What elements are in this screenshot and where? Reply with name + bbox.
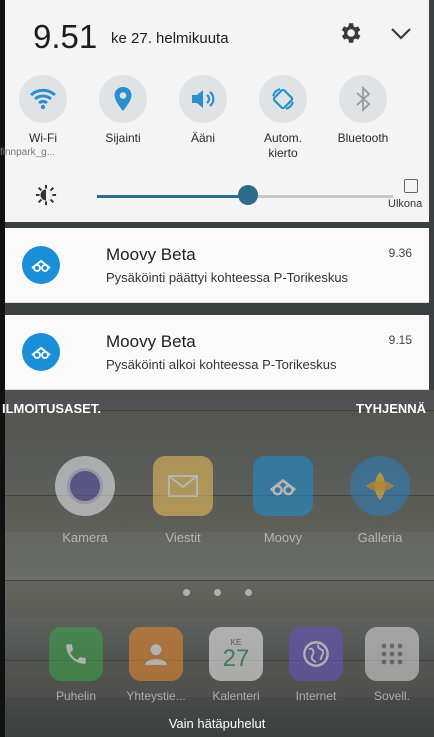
toggle-label: Sijainti (105, 131, 141, 145)
app-label: Moovy (263, 530, 303, 545)
page-dot (213, 589, 221, 596)
calendar-icon: KE 27 (209, 627, 263, 681)
speaker-icon (179, 75, 227, 123)
dock-app-calendar[interactable]: KE 27 Kalenteri (196, 627, 276, 703)
toggle-label: Bluetooth (337, 131, 389, 145)
date: ke 27. helmikuuta (111, 30, 229, 47)
outdoor-checkbox[interactable] (404, 179, 418, 193)
emergency-calls-only-label: Vain hätäpuhelut (168, 716, 266, 731)
phone-icon (49, 627, 103, 681)
app-label: Kalenteri (212, 689, 260, 703)
wifi-network-name: finnpark_g... (0, 147, 56, 158)
calendar-day-number: 27 (222, 644, 250, 672)
internet-icon (289, 627, 343, 681)
contacts-icon (129, 627, 183, 681)
lock-screen: 9.51 ke 27. helmikuuta Wi-Fi finnpark_g.… (0, 0, 434, 737)
app-label: Sovell. (373, 689, 411, 703)
home-app-camera[interactable]: Kamera (45, 456, 125, 545)
notification-card[interactable]: Moovy Beta Pysäköinti päättyi kohteessa … (5, 228, 429, 303)
clock: 9.51 (33, 18, 98, 55)
page-indicator (0, 583, 434, 601)
toggle-sound[interactable]: Ääni (163, 75, 243, 146)
apps-grid-icon (365, 627, 419, 681)
notification-time: 9.15 (388, 333, 412, 347)
dock-app-internet[interactable]: Internet (276, 627, 356, 703)
page-dot (182, 589, 190, 596)
home-app-messages[interactable]: Viestit (143, 456, 223, 545)
notification-text: Pysäköinti alkoi kohteessa P-Torikeskus (106, 357, 337, 372)
notification-title: Moovy Beta (106, 245, 196, 264)
home-app-moovy[interactable]: Moovy (243, 456, 323, 545)
notification-actions: ILMOITUSASET. TYHJENNÄ (0, 401, 434, 421)
moovy-icon (22, 246, 60, 284)
app-label: Viestit (165, 530, 201, 545)
clear-notifications-button[interactable]: TYHJENNÄ (356, 401, 426, 416)
toggle-label: Autom. kierto (263, 131, 302, 160)
camera-icon (55, 456, 115, 516)
app-label: Internet (295, 689, 337, 703)
app-label: Yhteystie... (126, 689, 186, 703)
outdoor-label: Ulkona (388, 198, 423, 210)
gear-icon[interactable] (337, 20, 363, 46)
moovy-icon (22, 333, 60, 371)
dock-app-apps[interactable]: Sovell. (352, 627, 432, 703)
notification-settings-button[interactable]: ILMOITUSASET. (2, 401, 101, 416)
auto-rotate-icon (259, 75, 307, 123)
home-app-gallery[interactable]: Galleria (340, 456, 420, 545)
chevron-down-icon[interactable] (389, 23, 413, 43)
wifi-icon (19, 75, 67, 123)
brightness-fill (97, 195, 248, 198)
moovy-icon (253, 456, 313, 516)
quick-panel: 9.51 ke 27. helmikuuta Wi-Fi finnpark_g.… (0, 0, 429, 222)
page-dot (244, 589, 252, 596)
location-pin-icon (99, 75, 147, 123)
notification-title: Moovy Beta (106, 332, 196, 351)
toggle-label: Wi-Fi (29, 131, 57, 145)
toggle-location[interactable]: Sijainti (83, 75, 163, 146)
gallery-icon (350, 456, 410, 516)
app-label: Galleria (357, 530, 403, 545)
toggle-bluetooth[interactable]: Bluetooth (323, 75, 403, 146)
dock-app-contacts[interactable]: Yhteystie... (116, 627, 196, 703)
dock-app-phone[interactable]: Puhelin (36, 627, 116, 703)
notification-card[interactable]: Moovy Beta Pysäköinti alkoi kohteessa P-… (5, 315, 429, 390)
brightness-icon (35, 184, 57, 206)
brightness-slider-handle[interactable] (238, 185, 258, 205)
messages-icon (153, 456, 213, 516)
app-label: Puhelin (55, 689, 97, 703)
toggle-label: Ääni (190, 131, 216, 145)
notification-text: Pysäköinti päättyi kohteessa P-Torikesku… (106, 270, 349, 285)
bluetooth-icon (339, 75, 387, 123)
app-label: Kamera (62, 530, 108, 545)
toggle-wifi[interactable]: Wi-Fi finnpark_g... (0, 75, 83, 159)
toggle-auto-rotate[interactable]: Autom. kierto (243, 75, 323, 161)
notification-time: 9.36 (388, 246, 412, 260)
